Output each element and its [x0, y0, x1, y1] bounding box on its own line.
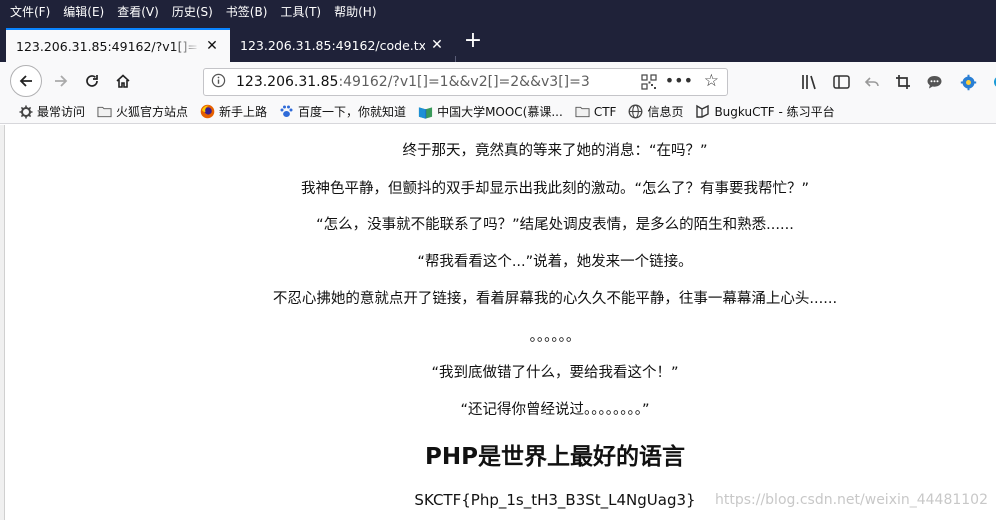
chat-bubble-icon[interactable] [924, 72, 944, 92]
forward-arrow-icon [55, 75, 68, 87]
story-line-6: “我到底做错了什么，要给我看这个！” [431, 365, 679, 381]
menu-bookmarks[interactable]: 书签(B) [226, 3, 268, 20]
menu-history[interactable]: 历史(S) [172, 3, 213, 20]
menu-edit[interactable]: 编辑(E) [63, 3, 104, 20]
bookmark-info-page[interactable]: 信息页 [628, 103, 683, 120]
story-line-3: “怎么，没事就不能联系了吗？”结尾处调皮表情，是多么的陌生和熟悉...... [316, 217, 794, 233]
address-bar[interactable]: 123.206.31.85:49162/?v1[]=1&&v2[]=2&&v3[… [203, 68, 728, 96]
url-host: 123.206.31.85 [236, 74, 339, 90]
forward-button[interactable] [46, 66, 76, 96]
menu-bar: 文件(F) 编辑(E) 查看(V) 历史(S) 书签(B) 工具(T) 帮助(H… [0, 0, 996, 22]
folder-icon [575, 104, 590, 119]
menu-help[interactable]: 帮助(H) [334, 3, 376, 20]
sidebar-icon[interactable] [831, 72, 851, 92]
url-text[interactable]: 123.206.31.85:49162/?v1[]=1&&v2[]=2&&v3[… [236, 74, 590, 90]
tab-active[interactable]: 123.206.31.85:49162/?v1[]=1&&v2[]=2&&v3[… [6, 28, 230, 62]
story-line-4: “帮我看看这个...”说着，她发来一个链接。 [417, 254, 693, 270]
story-line-2: 我神色平静，但颤抖的双手却显示出我此刻的激动。“怎么了？有事要我帮忙？” [300, 181, 810, 197]
mooc-book-icon [418, 104, 433, 119]
globe-icon [628, 104, 643, 119]
library-icon[interactable] [800, 72, 820, 92]
nav-toolbar: 123.206.31.85:49162/?v1[]=1&&v2[]=2&&v3[… [0, 62, 996, 100]
reload-icon [86, 75, 98, 87]
bookmark-star-icon[interactable]: ☆ [704, 71, 719, 91]
gear-icon [18, 104, 33, 119]
tab-strip: 123.206.31.85:49162/?v1[]=1&&v2[]=2&&v3[… [0, 22, 996, 74]
menu-file[interactable]: 文件(F) [10, 3, 50, 20]
bookmark-firefox-official[interactable]: 火狐官方站点 [97, 103, 188, 120]
bookmark-label: 火狐官方站点 [116, 105, 189, 119]
firefox-icon [200, 104, 215, 119]
story-ellipsis: 。。。。。。 [529, 329, 581, 345]
reload-button[interactable] [77, 66, 107, 96]
home-icon [116, 74, 130, 88]
tab-title: 123.206.31.85:49162/code.txt [240, 37, 425, 53]
story-line-1: 终于那天，竟然真的等来了她的消息：“在吗？” [402, 143, 708, 159]
crop-screenshot-icon[interactable] [893, 72, 913, 92]
bookmark-label: CTF [593, 104, 617, 119]
bookmarks-bar: 最常访问 火狐官方站点 新手上路 百度一下，你就知道 中国大学MOOC(慕课..… [0, 100, 996, 124]
bookmark-ctf-folder[interactable]: CTF [575, 104, 617, 119]
home-button[interactable] [108, 66, 138, 96]
bookmark-bugku[interactable]: BugkuCTF - 练习平台 [695, 103, 835, 120]
new-tab-plus-icon[interactable]: + [461, 30, 485, 54]
close-icon[interactable]: ✕ [204, 38, 220, 54]
bookmark-most-visited[interactable]: 最常访问 [18, 103, 85, 120]
undo-arrow-icon[interactable] [862, 72, 882, 92]
bookmark-label: 信息页 [647, 105, 684, 119]
bookmark-label: 百度一下，你就知道 [298, 105, 407, 119]
story-line-5: 不忍心拂她的意就点开了链接，看着屏幕我的心久久不能平静，往事一幕幕涌上心头...… [272, 291, 838, 307]
back-arrow-icon [19, 75, 32, 87]
page-actions-more-icon[interactable]: ••• [665, 71, 693, 90]
csdn-watermark: https://blog.csdn.net/weixin_44481102 [714, 492, 988, 508]
bookmark-mooc[interactable]: 中国大学MOOC(慕课... [418, 103, 563, 120]
close-icon[interactable]: ✕ [429, 37, 445, 53]
story-line-7: “还记得你曾经说过。。。。。。。。” [460, 402, 650, 418]
tab-title: 123.206.31.85:49162/?v1[]=1&&v2[]=2&&v3[… [16, 38, 200, 54]
bugku-icon [695, 104, 710, 119]
extension-icon[interactable] [988, 72, 996, 92]
qr-code-icon[interactable] [641, 74, 657, 90]
bookmark-baidu[interactable]: 百度一下，你就知道 [279, 103, 406, 120]
menu-tools[interactable]: 工具(T) [280, 3, 321, 20]
url-path: :49162/?v1[]=1&&v2[]=2&&v3[]=3 [338, 74, 590, 90]
bookmark-label: BugkuCTF - 练习平台 [714, 105, 835, 119]
baidu-paw-icon [279, 104, 294, 119]
folder-icon [97, 104, 112, 119]
info-icon[interactable] [204, 73, 232, 92]
bookmark-label: 中国大学MOOC(慕课... [437, 105, 563, 119]
bookmark-getting-started[interactable]: 新手上路 [200, 103, 267, 120]
bookmark-label: 新手上路 [219, 105, 268, 119]
menu-view[interactable]: 查看(V) [117, 3, 159, 20]
tab-code-txt[interactable]: 123.206.31.85:49162/code.txt ✕ [230, 28, 455, 62]
back-button[interactable] [10, 65, 42, 97]
gear-extension-icon[interactable] [958, 72, 978, 92]
page-heading: PHP是世界上最好的语言 [425, 444, 685, 470]
bookmark-label: 最常访问 [37, 105, 86, 119]
